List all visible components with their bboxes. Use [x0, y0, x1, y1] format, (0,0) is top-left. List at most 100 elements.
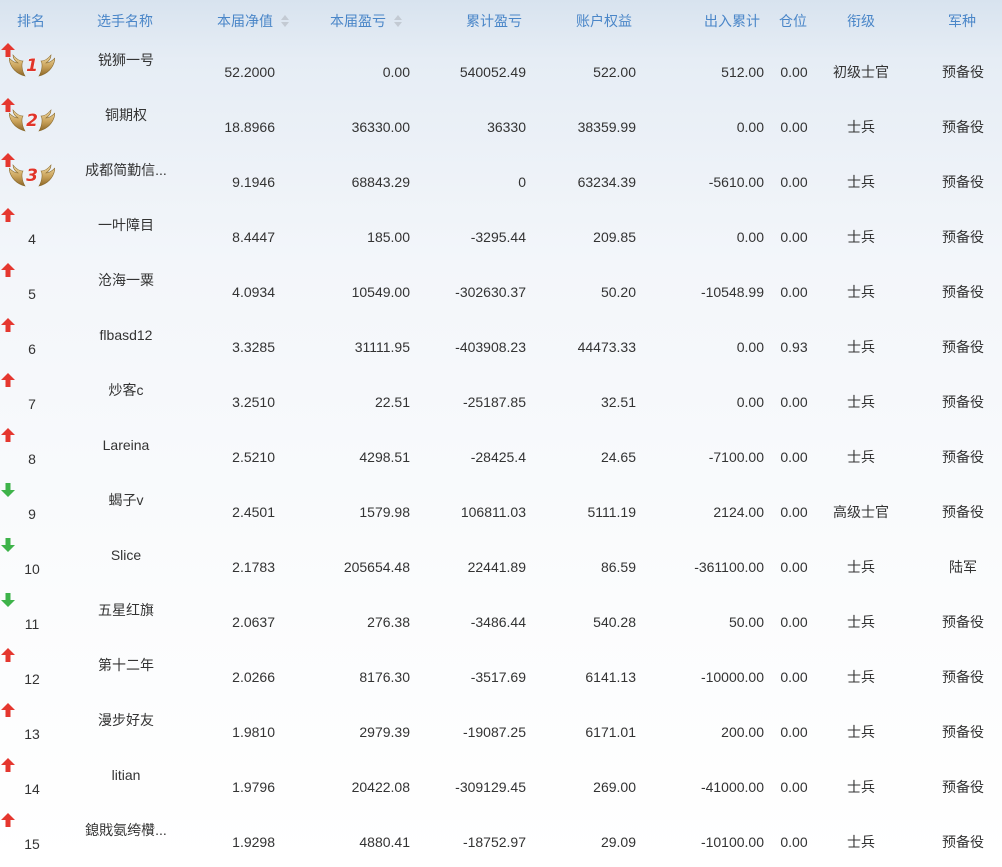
header-equity[interactable]: 账户权益 [576, 12, 632, 30]
arm-label: 预备役 [942, 834, 984, 850]
player-name-link[interactable]: flbasd12 [80, 326, 172, 344]
player-name-link[interactable]: 鎴戝氨绔欑... [80, 821, 172, 839]
arrow-up-icon [1, 703, 15, 717]
arm-label: 预备役 [942, 64, 984, 80]
svg-text:1: 1 [26, 56, 38, 76]
net-value: 2.0637 [232, 614, 275, 630]
player-name-link[interactable]: Lareina [80, 436, 172, 454]
table-row[interactable]: 1 锐狮一号 52.2000 0.00 540052.49 522.00 512… [0, 42, 1002, 97]
table-row[interactable]: 13 漫步好友 1.9810 2979.39 -19087.25 6171.01… [0, 702, 1002, 757]
arm-label: 预备役 [942, 119, 984, 135]
player-name-link[interactable]: litian [80, 766, 172, 784]
net-value: 2.5210 [232, 449, 275, 465]
rank-number: 5 [28, 286, 36, 302]
table-row[interactable]: 14 litian 1.9796 20422.08 -309129.45 269… [0, 757, 1002, 812]
table-row[interactable]: 4 一叶障目 8.4447 185.00 -3295.44 209.85 0.0… [0, 207, 1002, 262]
current-pnl: 4880.41 [359, 834, 410, 850]
table-row[interactable]: 5 沧海一粟 4.0934 10549.00 -302630.37 50.20 … [0, 262, 1002, 317]
player-name-link[interactable]: 沧海一粟 [80, 271, 172, 289]
player-name-link[interactable]: 炒客c [80, 381, 172, 399]
account-equity: 24.65 [600, 449, 636, 465]
table-row[interactable]: 9 蝎子v 2.4501 1579.98 106811.03 5111.19 2… [0, 482, 1002, 537]
grade-label: 士兵 [847, 119, 875, 135]
rank-number: 15 [24, 836, 40, 852]
grade-label: 士兵 [847, 229, 875, 245]
table-row[interactable]: 2 铜期权 18.8966 36330.00 36330 38359.99 0.… [0, 97, 1002, 152]
account-equity: 29.09 [600, 834, 636, 850]
arrow-down-icon [1, 483, 15, 497]
table-row[interactable]: 7 炒客c 3.2510 22.51 -25187.85 32.51 0.00 … [0, 372, 1002, 427]
arm-label: 预备役 [942, 724, 984, 740]
player-name-link[interactable]: 漫步好友 [80, 711, 172, 729]
position-ratio: 0.00 [780, 284, 808, 300]
table-row[interactable]: 11 五星红旗 2.0637 276.38 -3486.44 540.28 50… [0, 592, 1002, 647]
current-pnl: 276.38 [367, 614, 410, 630]
table-row[interactable]: 12 第十二年 2.0266 8176.30 -3517.69 6141.13 … [0, 647, 1002, 702]
player-name-link[interactable]: 第十二年 [80, 656, 172, 674]
account-equity: 32.51 [600, 394, 636, 410]
arm-label: 预备役 [942, 779, 984, 795]
cash-flow: 512.00 [721, 64, 764, 80]
table-row[interactable]: 8 Lareina 2.5210 4298.51 -28425.4 24.65 … [0, 427, 1002, 482]
account-equity: 86.59 [600, 559, 636, 575]
table-row[interactable]: 3 成都简勤信... 9.1946 68843.29 0 63234.39 -5… [0, 152, 1002, 207]
current-pnl: 10549.00 [351, 284, 410, 300]
net-value: 1.9796 [232, 779, 275, 795]
header-nav-sort[interactable]: 本届净值 [217, 12, 289, 30]
header-pnl-sort[interactable]: 本届盈亏 [330, 12, 402, 30]
cumulative-pnl: -19087.25 [462, 724, 526, 740]
table-row[interactable]: 15 鎴戝氨绔欑... 1.9298 4880.41 -18752.97 29.… [0, 812, 1002, 867]
header-cumulative-pnl[interactable]: 累计盈亏 [466, 12, 522, 30]
position-ratio: 0.00 [780, 174, 808, 190]
table-row[interactable]: 6 flbasd12 3.3285 31111.95 -403908.23 44… [0, 317, 1002, 372]
player-name-link[interactable]: 铜期权 [80, 106, 172, 124]
player-name-link[interactable]: 锐狮一号 [80, 51, 172, 69]
position-ratio: 0.00 [780, 64, 808, 80]
header-arm[interactable]: 军种 [948, 12, 976, 30]
player-name-link[interactable]: 蝎子v [80, 491, 172, 509]
player-name-link[interactable]: Slice [80, 546, 172, 564]
current-pnl: 8176.30 [359, 669, 410, 685]
net-value: 3.2510 [232, 394, 275, 410]
header-rank[interactable]: 排名 [17, 12, 45, 30]
cumulative-pnl: -3517.69 [470, 669, 526, 685]
header-grade[interactable]: 衔级 [847, 12, 875, 30]
arm-label: 预备役 [942, 669, 984, 685]
rank-number: 9 [28, 506, 36, 522]
player-name-link[interactable]: 一叶障目 [80, 216, 172, 234]
rank-number: 6 [28, 341, 36, 357]
position-ratio: 0.93 [780, 339, 808, 355]
header-nav-label: 本届净值 [217, 13, 273, 29]
current-pnl: 68843.29 [351, 174, 410, 190]
grade-label: 士兵 [847, 449, 875, 465]
svg-text:2: 2 [26, 111, 38, 131]
header-player-name[interactable]: 选手名称 [97, 12, 153, 30]
account-equity: 63234.39 [577, 174, 636, 190]
arrow-up-icon [1, 813, 15, 827]
header-position[interactable]: 仓位 [779, 12, 807, 30]
net-value: 2.0266 [232, 669, 275, 685]
player-name-link[interactable]: 成都简勤信... [80, 161, 172, 179]
cash-flow: 2124.00 [713, 504, 764, 520]
arrow-up-icon [1, 208, 15, 222]
cash-flow: -7100.00 [708, 449, 764, 465]
arm-label: 预备役 [942, 174, 984, 190]
winged-medal-icon: 2 [9, 109, 55, 132]
grade-label: 士兵 [847, 614, 875, 630]
net-value: 8.4447 [232, 229, 275, 245]
cash-flow: -10000.00 [700, 669, 764, 685]
header-flow[interactable]: 出入累计 [704, 12, 760, 30]
cumulative-pnl: -3486.44 [470, 614, 526, 630]
current-pnl: 2979.39 [359, 724, 410, 740]
grade-label: 初级士官 [833, 64, 889, 80]
cash-flow: -5610.00 [708, 174, 764, 190]
player-name-link[interactable]: 五星红旗 [80, 601, 172, 619]
cumulative-pnl: 22441.89 [467, 559, 526, 575]
table-row[interactable]: 10 Slice 2.1783 205654.48 22441.89 86.59… [0, 537, 1002, 592]
cumulative-pnl: 0 [518, 174, 526, 190]
rank-number: 7 [28, 396, 36, 412]
rank-number: 10 [24, 561, 40, 577]
grade-label: 士兵 [847, 559, 875, 575]
arrow-up-icon [1, 758, 15, 772]
cumulative-pnl: -302630.37 [455, 284, 526, 300]
